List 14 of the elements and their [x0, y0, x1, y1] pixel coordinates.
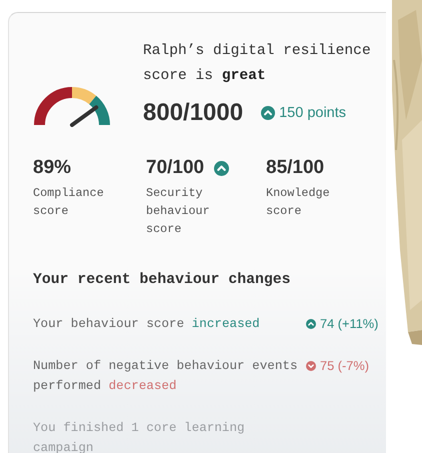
change-description: Number of negative behaviour events performed decreased: [33, 358, 298, 395]
stat-label: Knowledge score: [266, 185, 331, 220]
change-description: Your behaviour score increased: [33, 316, 261, 333]
stat-label: Security behaviour score: [146, 185, 211, 238]
section-heading: Your recent behaviour changes: [33, 272, 292, 288]
score-value: 800/1000: [143, 99, 244, 127]
change-figure: 74 (+11%): [320, 315, 378, 333]
score-heading: Ralph’s digital resilience score is great: [143, 42, 372, 86]
stat-value: 89%: [33, 157, 72, 179]
stat-value: 85/100: [266, 157, 324, 179]
stat-value: 70/100: [146, 157, 204, 179]
stat-label: Compliance score: [33, 185, 105, 220]
change-figure: 75 (-7%): [320, 357, 370, 375]
score-change: 150 points: [279, 105, 346, 121]
